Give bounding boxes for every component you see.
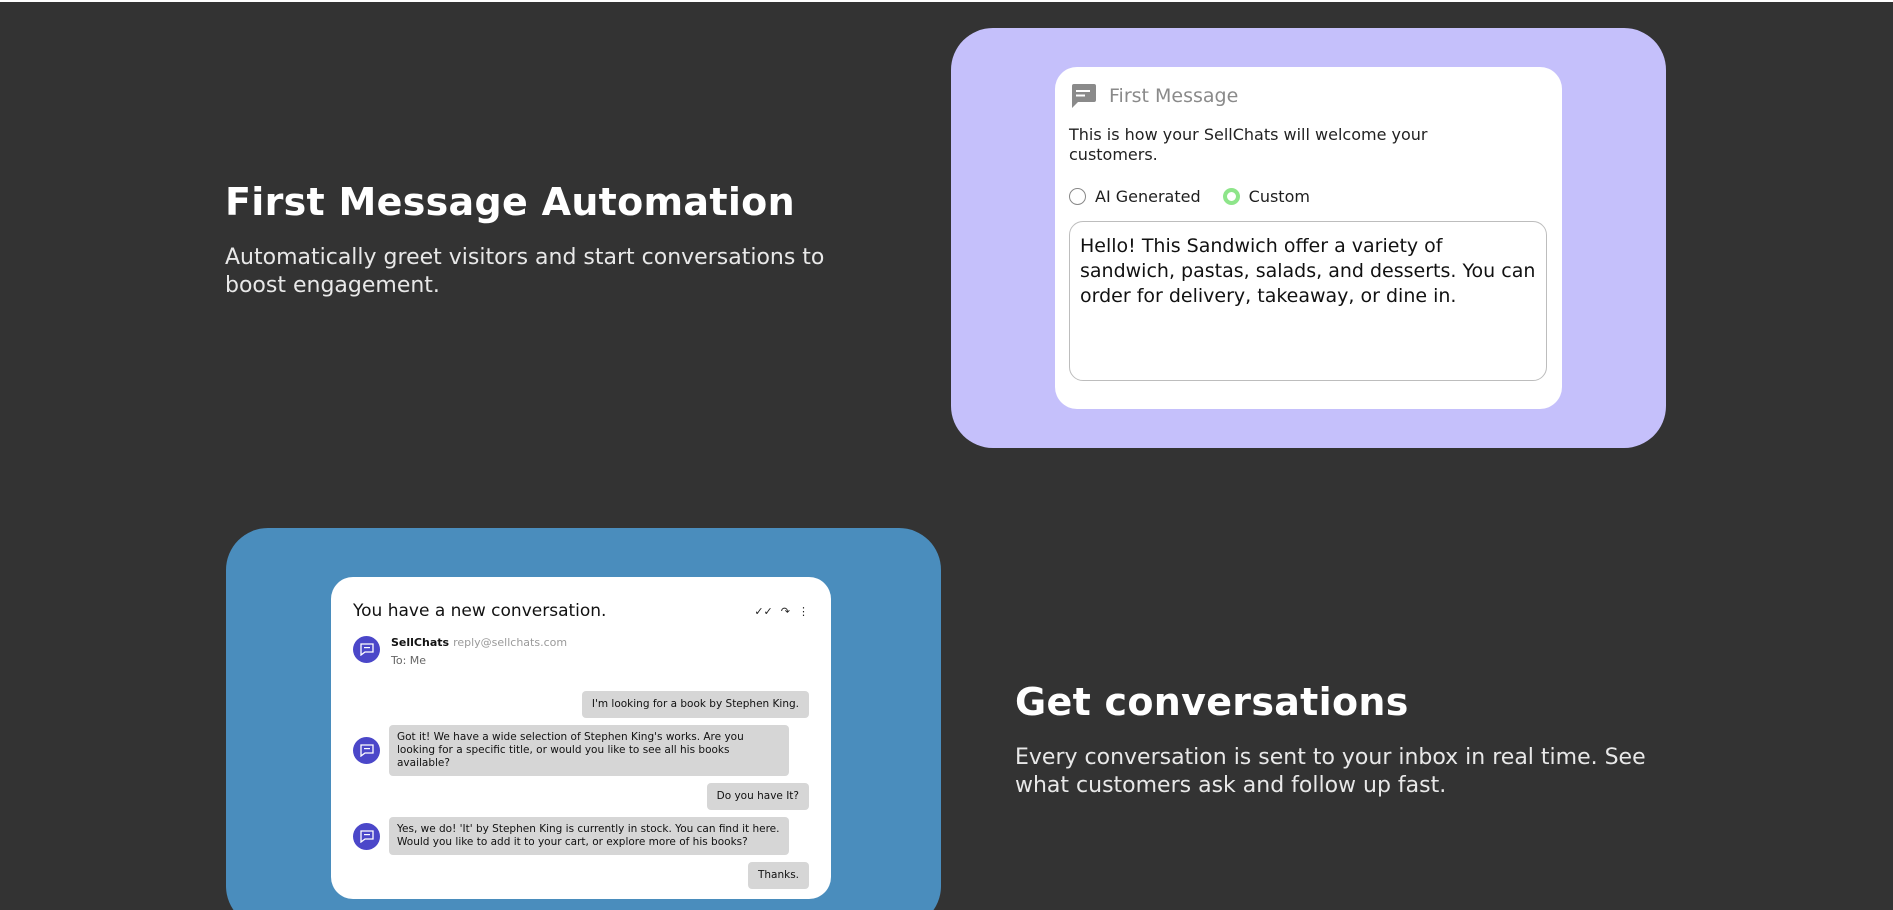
forward-icon[interactable]: ↷ (781, 605, 790, 618)
bot-message: Yes, we do! 'It' by Stephen King is curr… (389, 817, 789, 855)
chat-message-icon (1072, 84, 1096, 108)
radio-label: Custom (1248, 187, 1310, 206)
section-title: First Message Automation (225, 180, 795, 224)
first-message-card: First Message This is how your SellChats… (1055, 67, 1562, 409)
bot-avatar (353, 822, 380, 850)
conversation-header: You have a new conversation. ✓✓ ↷ ⋮ (353, 601, 809, 621)
customer-message: Thanks. (747, 862, 809, 889)
sender-line: SellChats reply@sellchats.com (391, 636, 567, 649)
chat-bubble-icon (359, 744, 374, 757)
first-message-section-text: First Message Automation Automatically g… (225, 180, 865, 300)
first-message-textarea[interactable]: Hello! This Sandwich offer a variety of … (1069, 221, 1547, 381)
section-title: Get conversations (1015, 680, 1409, 724)
radio-button-selected[interactable] (1222, 188, 1240, 205)
mark-read-icon[interactable]: ✓✓ (754, 605, 772, 618)
radio-ai-generated[interactable]: AI Generated (1069, 187, 1201, 206)
recipient-line: To: Me (391, 654, 427, 667)
radio-custom[interactable]: Custom (1222, 187, 1310, 206)
more-options-icon[interactable]: ⋮ (798, 605, 809, 618)
get-conversations-section-text: Get conversations Every conversation is … (1015, 680, 1695, 800)
sellchats-avatar (353, 636, 380, 663)
first-message-title: First Message (1109, 85, 1239, 107)
conversation-email-card: You have a new conversation. ✓✓ ↷ ⋮ Sell… (331, 577, 831, 899)
conversation-preview-panel: You have a new conversation. ✓✓ ↷ ⋮ Sell… (226, 528, 941, 910)
email-actions: ✓✓ ↷ ⋮ (754, 605, 809, 618)
conversation-title: You have a new conversation. (353, 601, 607, 621)
section-description: Automatically greet visitors and start c… (225, 244, 825, 298)
bot-avatar (353, 737, 380, 764)
customer-message: Do you have It? (706, 783, 809, 810)
email-sender: SellChats reply@sellchats.com To: Me (353, 636, 809, 667)
radio-label: AI Generated (1095, 187, 1201, 206)
first-message-header: First Message (1069, 83, 1548, 109)
chat-row-bot: Yes, we do! 'It' by Stephen King is curr… (353, 817, 809, 855)
chat-bubble-icon (359, 643, 374, 656)
bot-message: Got it! We have a wide selection of Step… (389, 725, 789, 776)
customer-message: I'm looking for a book by Stephen King. (581, 691, 809, 718)
first-message-description: This is how your SellChats will welcome … (1069, 125, 1428, 164)
chat-row-bot: Got it! We have a wide selection of Step… (353, 725, 809, 776)
chat-row-customer: Do you have It? (353, 783, 809, 810)
radio-button-unselected[interactable] (1069, 188, 1086, 205)
chat-bubble-icon (359, 829, 374, 843)
chat-row-customer: I'm looking for a book by Stephen King. (353, 691, 809, 718)
chat-transcript: I'm looking for a book by Stephen King. … (353, 691, 809, 889)
sender-email: reply@sellchats.com (453, 636, 568, 649)
message-type-options: AI Generated Custom (1069, 187, 1548, 206)
first-message-preview-panel: First Message This is how your SellChats… (951, 28, 1666, 448)
chat-row-customer: Thanks. (353, 862, 809, 889)
sender-name: SellChats (391, 636, 450, 649)
section-description: Every conversation is sent to your inbox… (1015, 744, 1646, 798)
